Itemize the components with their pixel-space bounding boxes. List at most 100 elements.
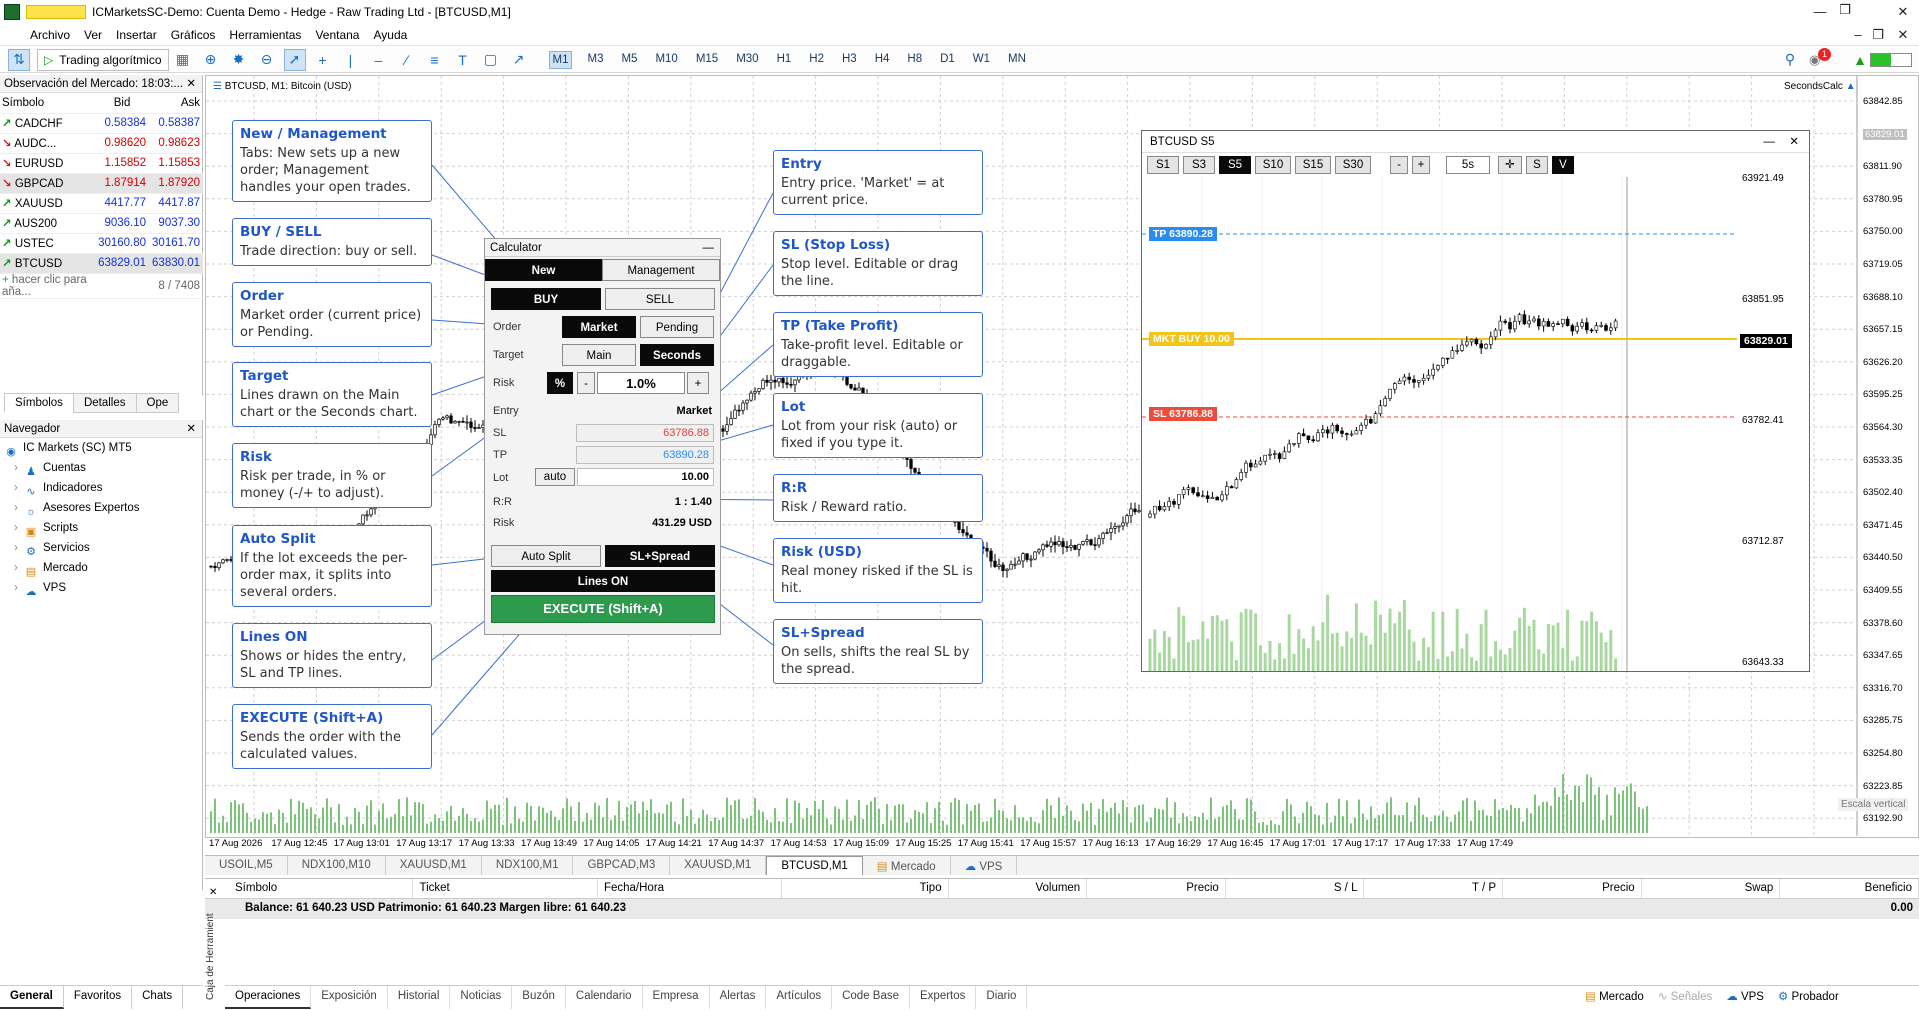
tab-new[interactable]: New bbox=[485, 259, 602, 281]
column-header[interactable]: Ticket bbox=[413, 879, 598, 898]
seconds-candle bbox=[1412, 375, 1416, 389]
seconds-candle bbox=[1349, 430, 1354, 437]
column-header[interactable]: Símbolo bbox=[229, 879, 414, 898]
risk-increase-button[interactable]: + bbox=[687, 372, 709, 394]
execute-button[interactable]: EXECUTE (Shift+A) bbox=[491, 595, 715, 623]
close-icon[interactable]: ✕ bbox=[1789, 131, 1799, 153]
zoom-out-button[interactable]: - bbox=[1390, 156, 1408, 174]
chart-tab-ndx100-m10[interactable]: NDX100,M10 bbox=[288, 856, 386, 875]
tab-management[interactable]: Management bbox=[602, 259, 720, 281]
seconds-candle bbox=[1316, 429, 1320, 442]
sell-button[interactable]: SELL bbox=[605, 288, 715, 310]
column-header[interactable]: T / P bbox=[1364, 879, 1504, 898]
market-order-button[interactable]: Market bbox=[562, 316, 636, 338]
seconds-volume-bar bbox=[1494, 641, 1498, 671]
close-icon[interactable]: ✕ bbox=[209, 887, 217, 898]
seconds-volume-bar bbox=[1345, 631, 1349, 671]
column-header[interactable]: Swap bbox=[1642, 879, 1781, 898]
chart-tab-market[interactable]: ▤ Mercado bbox=[863, 856, 951, 875]
buy-button[interactable]: BUY bbox=[491, 288, 601, 310]
calculator-panel: Calculator — New Management BUY SELL Orde… bbox=[484, 238, 721, 635]
seconds-chart-window[interactable]: BTCUSD S5 — ✕ S1 S3 S5 S10 S15 S30 - + 5… bbox=[1141, 130, 1810, 672]
toolbox-tab[interactable]: Noticias bbox=[450, 986, 513, 1009]
column-header[interactable]: Precio bbox=[1503, 879, 1642, 898]
chart-tab-vps[interactable]: ☁ VPS bbox=[951, 856, 1018, 875]
tf-s15-button[interactable]: S15 bbox=[1295, 156, 1331, 174]
sl-line-tag[interactable]: SL 63786.88 bbox=[1149, 407, 1217, 421]
volume-toggle-button[interactable]: V bbox=[1552, 156, 1574, 174]
seconds-candle bbox=[1215, 495, 1219, 501]
column-header[interactable]: Tipo bbox=[782, 879, 949, 898]
chart-tab-gbpcad[interactable]: GBPCAD,M3 bbox=[573, 856, 671, 875]
seconds-candle bbox=[1388, 388, 1392, 402]
target-seconds-button[interactable]: Seconds bbox=[640, 344, 714, 366]
toolbox-tab[interactable]: Buzón bbox=[512, 986, 566, 1009]
seconds-volume-bar bbox=[1407, 629, 1411, 671]
toolbox-tab[interactable]: Code Base bbox=[832, 986, 911, 1009]
toolbox-tab[interactable]: Alertas bbox=[710, 986, 767, 1009]
risk-input[interactable]: 1.0% bbox=[597, 372, 685, 394]
toolbox-tab[interactable]: Exposición bbox=[311, 986, 388, 1009]
sl-input[interactable]: 63786.88 bbox=[576, 424, 714, 442]
column-header[interactable]: Fecha/Hora bbox=[598, 879, 783, 898]
link-market[interactable]: ▤ Mercado bbox=[1585, 989, 1644, 1003]
seconds-volume-bar bbox=[1335, 632, 1339, 671]
sl-spread-button[interactable]: SL+Spread bbox=[605, 545, 715, 567]
tf-s1-button[interactable]: S1 bbox=[1147, 156, 1179, 174]
column-header[interactable]: Volumen bbox=[949, 879, 1088, 898]
minimize-icon[interactable]: — bbox=[1764, 131, 1776, 153]
risk-decrease-button[interactable]: - bbox=[577, 372, 595, 394]
seconds-candle bbox=[1297, 432, 1301, 448]
toolbox-tab[interactable]: Empresa bbox=[643, 986, 710, 1009]
lines-toggle-button[interactable]: Lines ON bbox=[491, 570, 715, 592]
pending-order-button[interactable]: Pending bbox=[640, 316, 714, 338]
seconds-candle bbox=[1157, 500, 1162, 512]
lot-input[interactable]: 10.00 bbox=[577, 468, 714, 486]
chart-tab-ndx100-m1[interactable]: NDX100,M1 bbox=[482, 856, 574, 875]
tf-s5-button[interactable]: S5 bbox=[1219, 156, 1251, 174]
risk-mode-toggle[interactable]: % bbox=[547, 372, 573, 394]
chart-tab-btcusd[interactable]: BTCUSD,M1 bbox=[766, 856, 863, 875]
chart-tab-xauusd-2[interactable]: XAUUSD,M1 bbox=[670, 856, 767, 875]
callout-execute: EXECUTE (Shift+A) Sends the order with th… bbox=[232, 704, 432, 769]
target-main-button[interactable]: Main bbox=[562, 344, 636, 366]
toolbox-tab[interactable]: Artículos bbox=[766, 986, 833, 1009]
toolbox-tab[interactable]: Diario bbox=[976, 986, 1028, 1009]
seconds-candle bbox=[1503, 318, 1508, 325]
seconds-candle bbox=[1239, 468, 1243, 482]
s-toggle-button[interactable]: S bbox=[1526, 156, 1548, 174]
zoom-in-button[interactable]: + bbox=[1412, 156, 1430, 174]
toolbox-side-label[interactable]: Caja de Herramient bbox=[205, 900, 219, 1000]
seconds-volume-bar bbox=[1306, 648, 1310, 671]
column-header[interactable]: Beneficio bbox=[1780, 879, 1919, 898]
link-tester[interactable]: ⚙ Probador bbox=[1778, 989, 1839, 1003]
toolbox-tab[interactable]: Calendario bbox=[566, 986, 643, 1009]
tp-line-tag[interactable]: TP 63890.28 bbox=[1149, 227, 1217, 241]
rr-value: 1 : 1.40 bbox=[674, 496, 712, 508]
seconds-candle bbox=[1464, 336, 1469, 348]
chart-tab-usoil[interactable]: USOIL,M5 bbox=[205, 856, 288, 875]
interval-input[interactable]: 5s bbox=[1446, 156, 1490, 174]
entry-line-tag[interactable]: MKT BUY 10.00 bbox=[1149, 332, 1234, 346]
seconds-price-tick-label: 63712.87 bbox=[1742, 536, 1784, 547]
toolbox-tab[interactable]: Historial bbox=[388, 986, 451, 1009]
seconds-volume-bar bbox=[1508, 647, 1512, 671]
chart-tab-xauusd[interactable]: XAUUSD,M1 bbox=[386, 856, 482, 875]
toolbox-tab[interactable]: Expertos bbox=[910, 986, 977, 1009]
auto-split-button[interactable]: Auto Split bbox=[491, 545, 601, 567]
seconds-volume-bar bbox=[1321, 622, 1325, 671]
link-signals[interactable]: ∿ Señales bbox=[1658, 989, 1712, 1003]
minimize-icon[interactable]: — bbox=[703, 239, 715, 257]
tf-s3-button[interactable]: S3 bbox=[1183, 156, 1215, 174]
tp-input[interactable]: 63890.28 bbox=[576, 446, 714, 464]
lot-auto-button[interactable]: auto bbox=[535, 468, 575, 486]
link-vps[interactable]: ☁ VPS bbox=[1726, 989, 1764, 1003]
column-header[interactable]: S / L bbox=[1226, 879, 1365, 898]
seconds-candle bbox=[1498, 315, 1503, 336]
seconds-volume-bar bbox=[1206, 638, 1210, 671]
tf-s10-button[interactable]: S10 bbox=[1255, 156, 1291, 174]
column-header[interactable]: Precio bbox=[1087, 879, 1226, 898]
tf-s30-button[interactable]: S30 bbox=[1335, 156, 1371, 174]
toolbox-tab[interactable]: Operaciones bbox=[225, 986, 312, 1009]
crosshair-button[interactable]: ✛ bbox=[1498, 156, 1522, 174]
